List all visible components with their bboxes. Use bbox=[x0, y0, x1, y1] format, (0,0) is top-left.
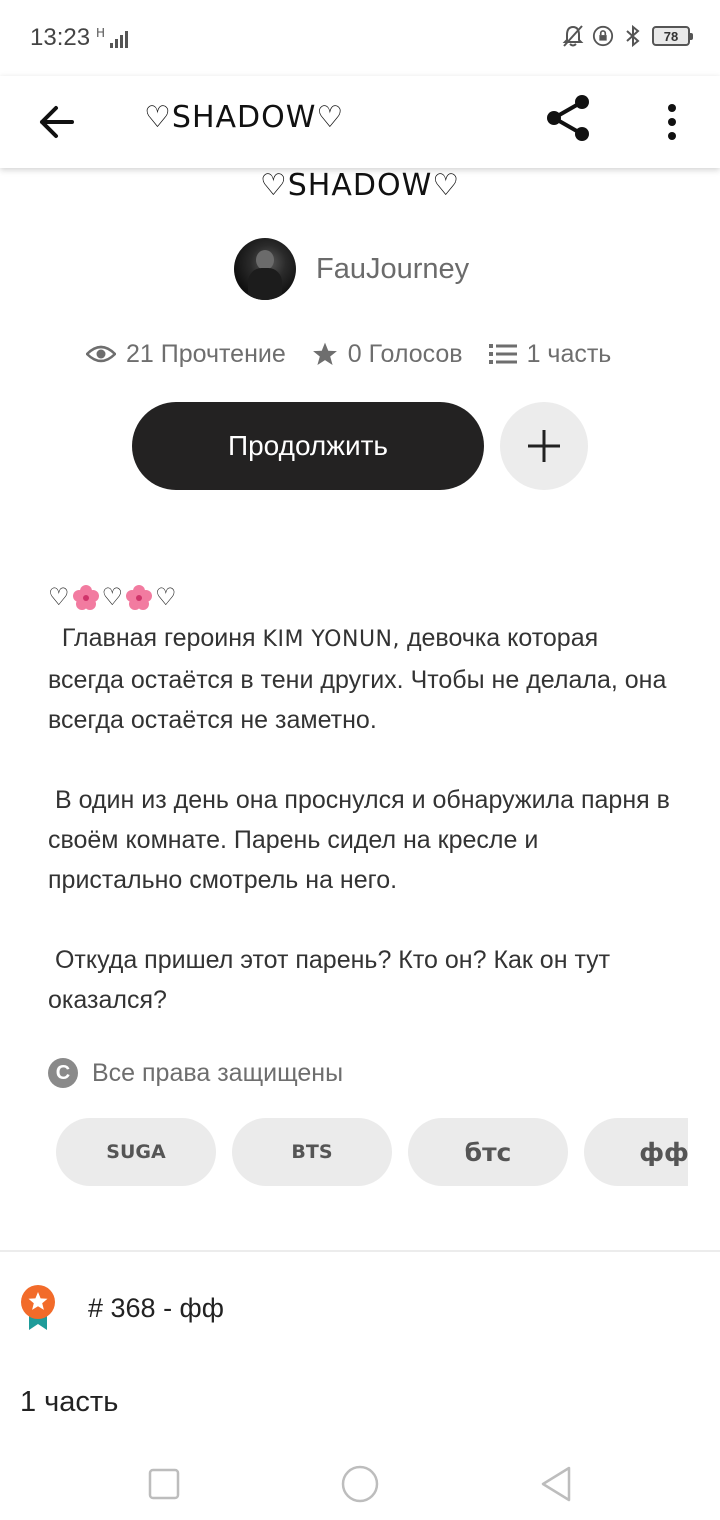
back-arrow-icon bbox=[40, 106, 74, 138]
star-icon bbox=[312, 341, 338, 367]
system-back-button[interactable] bbox=[526, 1454, 586, 1514]
list-icon bbox=[488, 343, 517, 365]
system-nav-bar bbox=[0, 1440, 720, 1520]
bell-muted-icon bbox=[562, 24, 584, 48]
home-button[interactable] bbox=[330, 1454, 390, 1514]
reads-count: 21 Прочтение bbox=[126, 339, 286, 368]
bluetooth-icon bbox=[622, 24, 644, 48]
parts-stat: 1 часть bbox=[488, 339, 612, 369]
eye-icon bbox=[86, 344, 116, 364]
status-time: 13:23 bbox=[30, 24, 91, 51]
ranking-row[interactable]: # 368 - фф bbox=[20, 1284, 224, 1332]
avatar[interactable] bbox=[234, 238, 296, 300]
copyright-icon: C bbox=[48, 1058, 78, 1088]
flower-icon bbox=[72, 585, 99, 610]
parts-count: 1 часть bbox=[526, 339, 612, 368]
app-bar-title: ♡SHADOW♡ bbox=[144, 100, 345, 135]
tag-chip[interactable]: BTS bbox=[232, 1118, 392, 1186]
share-button[interactable] bbox=[538, 88, 598, 148]
story-description: ♡ ♡ ♡ Главная героиня KIM YONUN, девочка… bbox=[48, 578, 678, 1020]
votes-count: 0 Голосов bbox=[347, 339, 463, 368]
divider bbox=[0, 1250, 720, 1252]
square-icon bbox=[148, 1468, 180, 1500]
app-bar: ♡SHADOW♡ bbox=[0, 76, 720, 168]
back-button[interactable] bbox=[30, 96, 82, 148]
heart-text: ♡ bbox=[48, 584, 70, 611]
recents-button[interactable] bbox=[134, 1454, 194, 1514]
tag-list: SUGA BTS бтс фф bbox=[56, 1118, 688, 1186]
character-name: KIM YONUN, bbox=[262, 627, 400, 652]
description-paragraph-2: В один из день она проснулся и обнаружил… bbox=[48, 786, 677, 894]
add-to-library-button[interactable] bbox=[500, 402, 588, 490]
hearts-decoration: ♡ ♡ ♡ bbox=[48, 578, 678, 618]
tag-chip[interactable]: фф bbox=[584, 1118, 688, 1186]
rotation-lock-icon bbox=[592, 24, 614, 48]
circle-icon bbox=[341, 1465, 379, 1503]
reads-stat: 21 Прочтение bbox=[86, 340, 286, 369]
more-options-button[interactable] bbox=[650, 92, 694, 152]
votes-stat: 0 Голосов bbox=[312, 340, 463, 369]
description-paragraph-1: Главная героиня KIM YONUN, девочка котор… bbox=[48, 624, 674, 734]
more-vert-icon bbox=[668, 104, 676, 140]
author-name[interactable]: FauJourney bbox=[316, 253, 469, 286]
ranking-text[interactable]: # 368 - фф bbox=[88, 1293, 224, 1324]
story-title: ♡SHADOW♡ bbox=[259, 168, 461, 203]
heart-text: ♡ bbox=[101, 584, 124, 611]
copyright-text: Все права защищены bbox=[92, 1058, 344, 1087]
plus-icon bbox=[528, 430, 560, 462]
tag-chip[interactable]: SUGA bbox=[56, 1118, 216, 1186]
ranking-badge-icon bbox=[21, 1285, 55, 1330]
author-link[interactable]: FauJourney bbox=[234, 238, 469, 300]
battery-icon: 78 bbox=[652, 26, 693, 46]
triangle-back-icon bbox=[541, 1466, 571, 1502]
description-paragraph-3: Откуда пришел этот парень? Кто он? Как о… bbox=[48, 946, 618, 1014]
network-type: H bbox=[96, 26, 106, 40]
story-stats: 21 Прочтение 0 Голосов 1 часть bbox=[86, 334, 611, 374]
continue-reading-button[interactable]: Продолжить bbox=[132, 402, 484, 490]
copyright-notice: C Все права защищены bbox=[48, 1058, 343, 1088]
parts-section-header: 1 часть bbox=[20, 1386, 119, 1418]
tag-chip[interactable]: бтс bbox=[408, 1118, 568, 1186]
signal-icon bbox=[110, 30, 128, 48]
status-bar: 13:23 H 78 bbox=[0, 0, 720, 76]
share-icon bbox=[547, 95, 589, 141]
flower-icon bbox=[126, 585, 153, 610]
heart-text: ♡ bbox=[155, 584, 177, 611]
